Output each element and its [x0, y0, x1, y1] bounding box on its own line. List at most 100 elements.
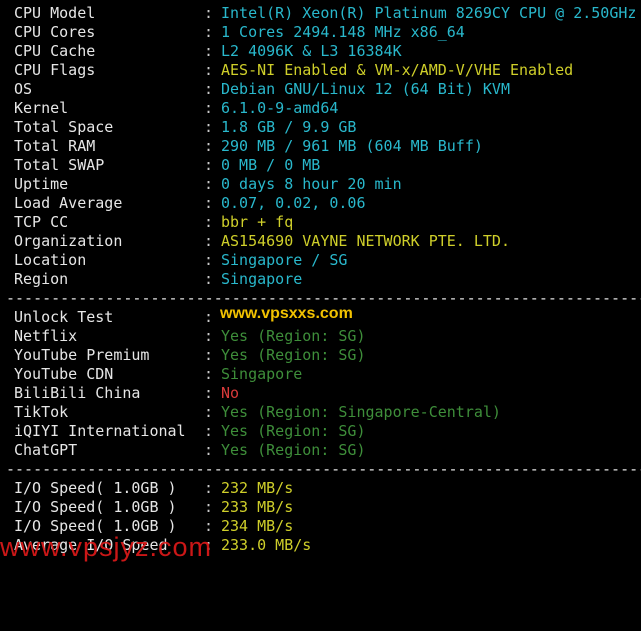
- info-colon: :: [204, 118, 214, 136]
- info-line-region: Region : Singapore: [14, 270, 302, 289]
- unlock-value: Yes (Region: SG): [221, 422, 366, 440]
- unlock-line-youtube-cdn: YouTube CDN : Singapore: [14, 365, 302, 384]
- io-value: 233 MB/s: [221, 498, 294, 516]
- info-label: Load Average: [14, 194, 123, 212]
- unlock-label: BiliBili China: [14, 384, 141, 402]
- unlock-header-line: Unlock Test :: [14, 308, 213, 327]
- info-colon: :: [204, 194, 214, 212]
- info-label: CPU Cores: [14, 23, 96, 41]
- unlock-value: Yes (Region: SG): [221, 327, 366, 345]
- info-value: AES-NI Enabled & VM-x/AMD-V/VHE Enabled: [221, 61, 574, 79]
- info-value: 290 MB / 961 MB (604 MB Buff): [221, 137, 483, 155]
- unlock-line-chatgpt: ChatGPT : Yes (Region: SG): [14, 441, 366, 460]
- info-value: bbr + fq: [221, 213, 294, 231]
- info-line-kernel: Kernel : 6.1.0-9-amd64: [14, 99, 338, 118]
- info-colon: :: [204, 441, 214, 459]
- unlock-line-iqiyi: iQIYI International : Yes (Region: SG): [14, 422, 366, 441]
- info-colon: :: [204, 346, 214, 364]
- info-label: Total Space: [14, 118, 114, 136]
- info-line-location: Location : Singapore / SG: [14, 251, 347, 270]
- info-label: CPU Flags: [14, 61, 96, 79]
- info-line-tcp-cc: TCP CC : bbr + fq: [14, 213, 293, 232]
- info-colon: :: [204, 80, 214, 98]
- unlock-value: Yes (Region: Singapore-Central): [221, 403, 501, 421]
- info-label: Organization: [14, 232, 123, 250]
- info-colon: :: [204, 156, 214, 174]
- info-line-cpu-flags: CPU Flags : AES-NI Enabled & VM-x/AMD-V/…: [14, 61, 573, 80]
- info-colon: :: [204, 99, 214, 117]
- info-line-total-space: Total Space : 1.8 GB / 9.9 GB: [14, 118, 356, 137]
- unlock-line-netflix: Netflix : Yes (Region: SG): [14, 327, 366, 346]
- info-label: CPU Cache: [14, 42, 96, 60]
- info-line-uptime: Uptime : 0 days 8 hour 20 min: [14, 175, 402, 194]
- info-line-cpu-cache: CPU Cache : L2 4096K & L3 16384K: [14, 42, 402, 61]
- unlock-label: ChatGPT: [14, 441, 78, 459]
- info-label: Location: [14, 251, 87, 269]
- io-line-2: I/O Speed( 1.0GB ) : 233 MB/s: [14, 498, 293, 517]
- io-value: 234 MB/s: [221, 517, 294, 535]
- info-colon: :: [204, 175, 214, 193]
- unlock-value: Yes (Region: SG): [221, 346, 366, 364]
- info-colon: :: [204, 308, 214, 326]
- info-label: OS: [14, 80, 33, 98]
- watermark-top: www.vpsxxs.com: [220, 305, 353, 322]
- info-colon: :: [204, 365, 214, 383]
- unlock-line-bilibili-china: BiliBili China : No: [14, 384, 239, 403]
- unlock-line-youtube-premium: YouTube Premium : Yes (Region: SG): [14, 346, 366, 365]
- info-value: 1 Cores 2494.148 MHz x86_64: [221, 23, 465, 41]
- unlock-value: Singapore: [221, 365, 303, 383]
- info-colon: :: [204, 61, 214, 79]
- info-value: Singapore: [221, 270, 303, 288]
- info-colon: :: [204, 42, 214, 60]
- info-value: 0 MB / 0 MB: [221, 156, 321, 174]
- info-line-total-ram: Total RAM : 290 MB / 961 MB (604 MB Buff…: [14, 137, 483, 156]
- unlock-label: iQIYI International: [14, 422, 186, 440]
- info-colon: :: [204, 270, 214, 288]
- info-colon: :: [204, 403, 214, 421]
- info-colon: :: [204, 23, 214, 41]
- io-label: I/O Speed( 1.0GB ): [14, 498, 177, 516]
- io-value: 233.0 MB/s: [221, 536, 312, 554]
- info-colon: :: [204, 384, 214, 402]
- info-value: 1.8 GB / 9.9 GB: [221, 118, 357, 136]
- info-colon: :: [204, 498, 214, 516]
- unlock-label: Netflix: [14, 327, 78, 345]
- info-value: AS154690 VAYNE NETWORK PTE. LTD.: [221, 232, 510, 250]
- unlock-value: Yes (Region: SG): [221, 441, 366, 459]
- watermark-bottom: www.vpsjyz.com: [0, 532, 213, 562]
- info-value: 0.07, 0.02, 0.06: [221, 194, 366, 212]
- info-colon: :: [204, 4, 214, 22]
- info-line-load-average: Load Average : 0.07, 0.02, 0.06: [14, 194, 366, 213]
- info-line-organization: Organization : AS154690 VAYNE NETWORK PT…: [14, 232, 510, 251]
- info-line-total-swap: Total SWAP : 0 MB / 0 MB: [14, 156, 320, 175]
- info-line-cpu-model: CPU Model : Intel(R) Xeon(R) Platinum 82…: [14, 4, 636, 23]
- info-label: TCP CC: [14, 213, 69, 231]
- info-value: Debian GNU/Linux 12 (64 Bit) KVM: [221, 80, 510, 98]
- unlock-label: YouTube Premium: [14, 346, 150, 364]
- io-line-1: I/O Speed( 1.0GB ) : 232 MB/s: [14, 479, 293, 498]
- info-label: Total RAM: [14, 137, 96, 155]
- info-colon: :: [204, 232, 214, 250]
- info-colon: :: [204, 137, 214, 155]
- info-colon: :: [204, 251, 214, 269]
- info-label: Uptime: [14, 175, 69, 193]
- info-line-cpu-cores: CPU Cores : 1 Cores 2494.148 MHz x86_64: [14, 23, 465, 42]
- info-label: Region: [14, 270, 69, 288]
- info-label: CPU Model: [14, 4, 96, 22]
- terminal-output[interactable]: CPU Model : Intel(R) Xeon(R) Platinum 82…: [0, 0, 641, 561]
- info-colon: :: [204, 422, 214, 440]
- info-colon: :: [204, 327, 214, 345]
- info-colon: :: [204, 479, 214, 497]
- unlock-line-tiktok: TikTok : Yes (Region: Singapore-Central): [14, 403, 501, 422]
- info-value: 0 days 8 hour 20 min: [221, 175, 402, 193]
- info-value: Intel(R) Xeon(R) Platinum 8269CY CPU @ 2…: [221, 4, 637, 22]
- info-colon: :: [204, 213, 214, 231]
- info-label: Total SWAP: [14, 156, 105, 174]
- info-label: Kernel: [14, 99, 69, 117]
- unlock-label: TikTok: [14, 403, 69, 421]
- io-label: I/O Speed( 1.0GB ): [14, 479, 177, 497]
- info-line-os: OS : Debian GNU/Linux 12 (64 Bit) KVM: [14, 80, 510, 99]
- unlock-header: Unlock Test: [14, 308, 114, 326]
- unlock-label: YouTube CDN: [14, 365, 114, 383]
- separator-line: ----------------------------------------…: [6, 460, 641, 478]
